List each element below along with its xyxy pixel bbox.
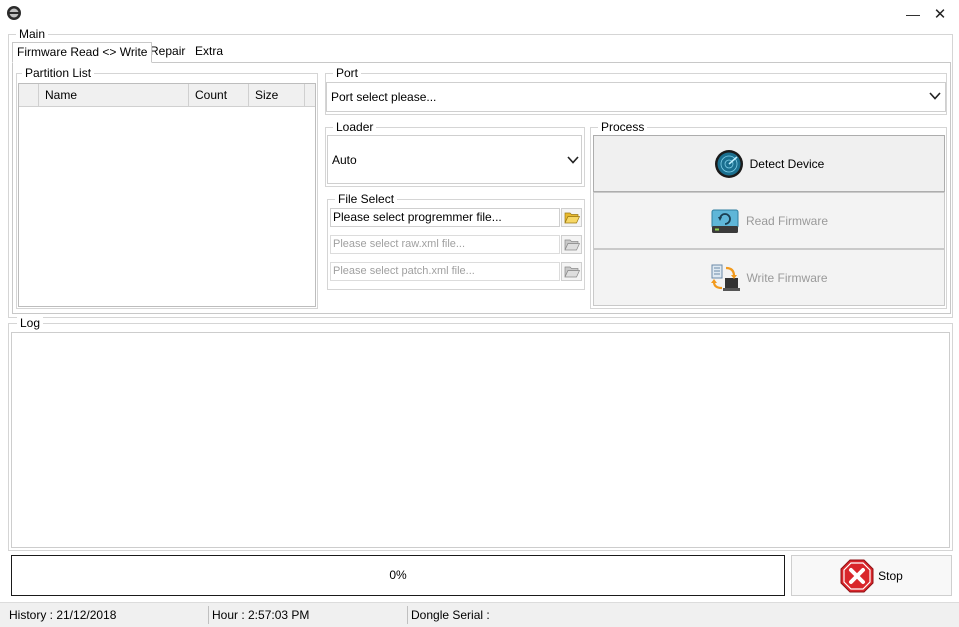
drive-read-icon: [711, 209, 739, 233]
status-hour: Hour : 2:57:03 PM: [212, 608, 310, 622]
process-label: Process: [598, 120, 648, 134]
patch-xml-file-field[interactable]: Please select patch.xml file...: [330, 262, 560, 281]
log-label: Log: [17, 316, 44, 330]
stop-button[interactable]: Stop: [791, 555, 952, 596]
browse-programmer-button[interactable]: [561, 208, 582, 227]
partition-table-header: Name Count Size: [19, 84, 315, 107]
file-select-label: File Select: [335, 192, 398, 206]
minimize-icon: —: [906, 6, 920, 22]
chevron-down-icon[interactable]: [928, 89, 942, 103]
detect-device-button[interactable]: Detect Device: [593, 135, 945, 192]
browse-raw-button[interactable]: [561, 235, 582, 254]
radar-icon: [714, 149, 743, 178]
read-firmware-label: Read Firmware: [745, 213, 829, 228]
status-history: History : 21/12/2018: [9, 608, 117, 622]
main-group-label: Main: [16, 27, 49, 41]
close-button[interactable]: ✕: [927, 2, 953, 26]
column-header-name[interactable]: Name: [39, 84, 189, 107]
write-firmware-label: Write Firmware: [746, 270, 828, 285]
column-header-size[interactable]: Size: [249, 84, 305, 107]
chevron-down-icon[interactable]: [566, 153, 580, 167]
folder-open-icon: [563, 212, 580, 224]
partition-list-label: Partition List: [22, 66, 95, 80]
title-bar: — ✕: [0, 0, 959, 28]
loader-label: Loader: [333, 120, 377, 134]
stop-label: Stop: [878, 568, 903, 583]
column-header-select[interactable]: [19, 84, 39, 107]
stop-icon: [840, 559, 874, 592]
programmer-file-field[interactable]: Please select progremmer file...: [330, 208, 560, 227]
close-icon: ✕: [933, 6, 947, 23]
status-bar: History : 21/12/2018 Hour : 2:57:03 PM D…: [0, 602, 959, 627]
raw-xml-file-field[interactable]: Please select raw.xml file...: [330, 235, 560, 254]
write-transfer-icon: [711, 264, 741, 291]
folder-open-icon: [563, 239, 580, 251]
status-separator: [208, 606, 209, 624]
browse-patch-button[interactable]: [561, 262, 582, 281]
port-select[interactable]: Port select please...: [326, 82, 946, 112]
write-firmware-button[interactable]: Write Firmware: [593, 249, 945, 306]
loader-select[interactable]: Auto: [327, 135, 582, 184]
status-separator: [407, 606, 408, 624]
read-firmware-button[interactable]: Read Firmware: [593, 192, 945, 249]
app-logo-icon: [6, 5, 22, 21]
log-textarea[interactable]: [11, 332, 950, 548]
tab-firmware-read-write[interactable]: Firmware Read <> Write: [12, 42, 153, 63]
status-dongle-serial: Dongle Serial :: [411, 608, 490, 622]
port-label: Port: [333, 66, 362, 80]
column-header-count[interactable]: Count: [189, 84, 249, 107]
tab-extra[interactable]: Extra: [191, 42, 227, 62]
minimize-button[interactable]: —: [900, 2, 926, 26]
folder-open-icon: [563, 266, 580, 278]
progress-percent-text: 0%: [389, 568, 407, 582]
partition-table[interactable]: Name Count Size: [18, 83, 316, 307]
tab-repair[interactable]: Repair: [146, 42, 189, 62]
detect-device-label: Detect Device: [749, 156, 825, 171]
progress-bar: 0%: [11, 555, 785, 596]
